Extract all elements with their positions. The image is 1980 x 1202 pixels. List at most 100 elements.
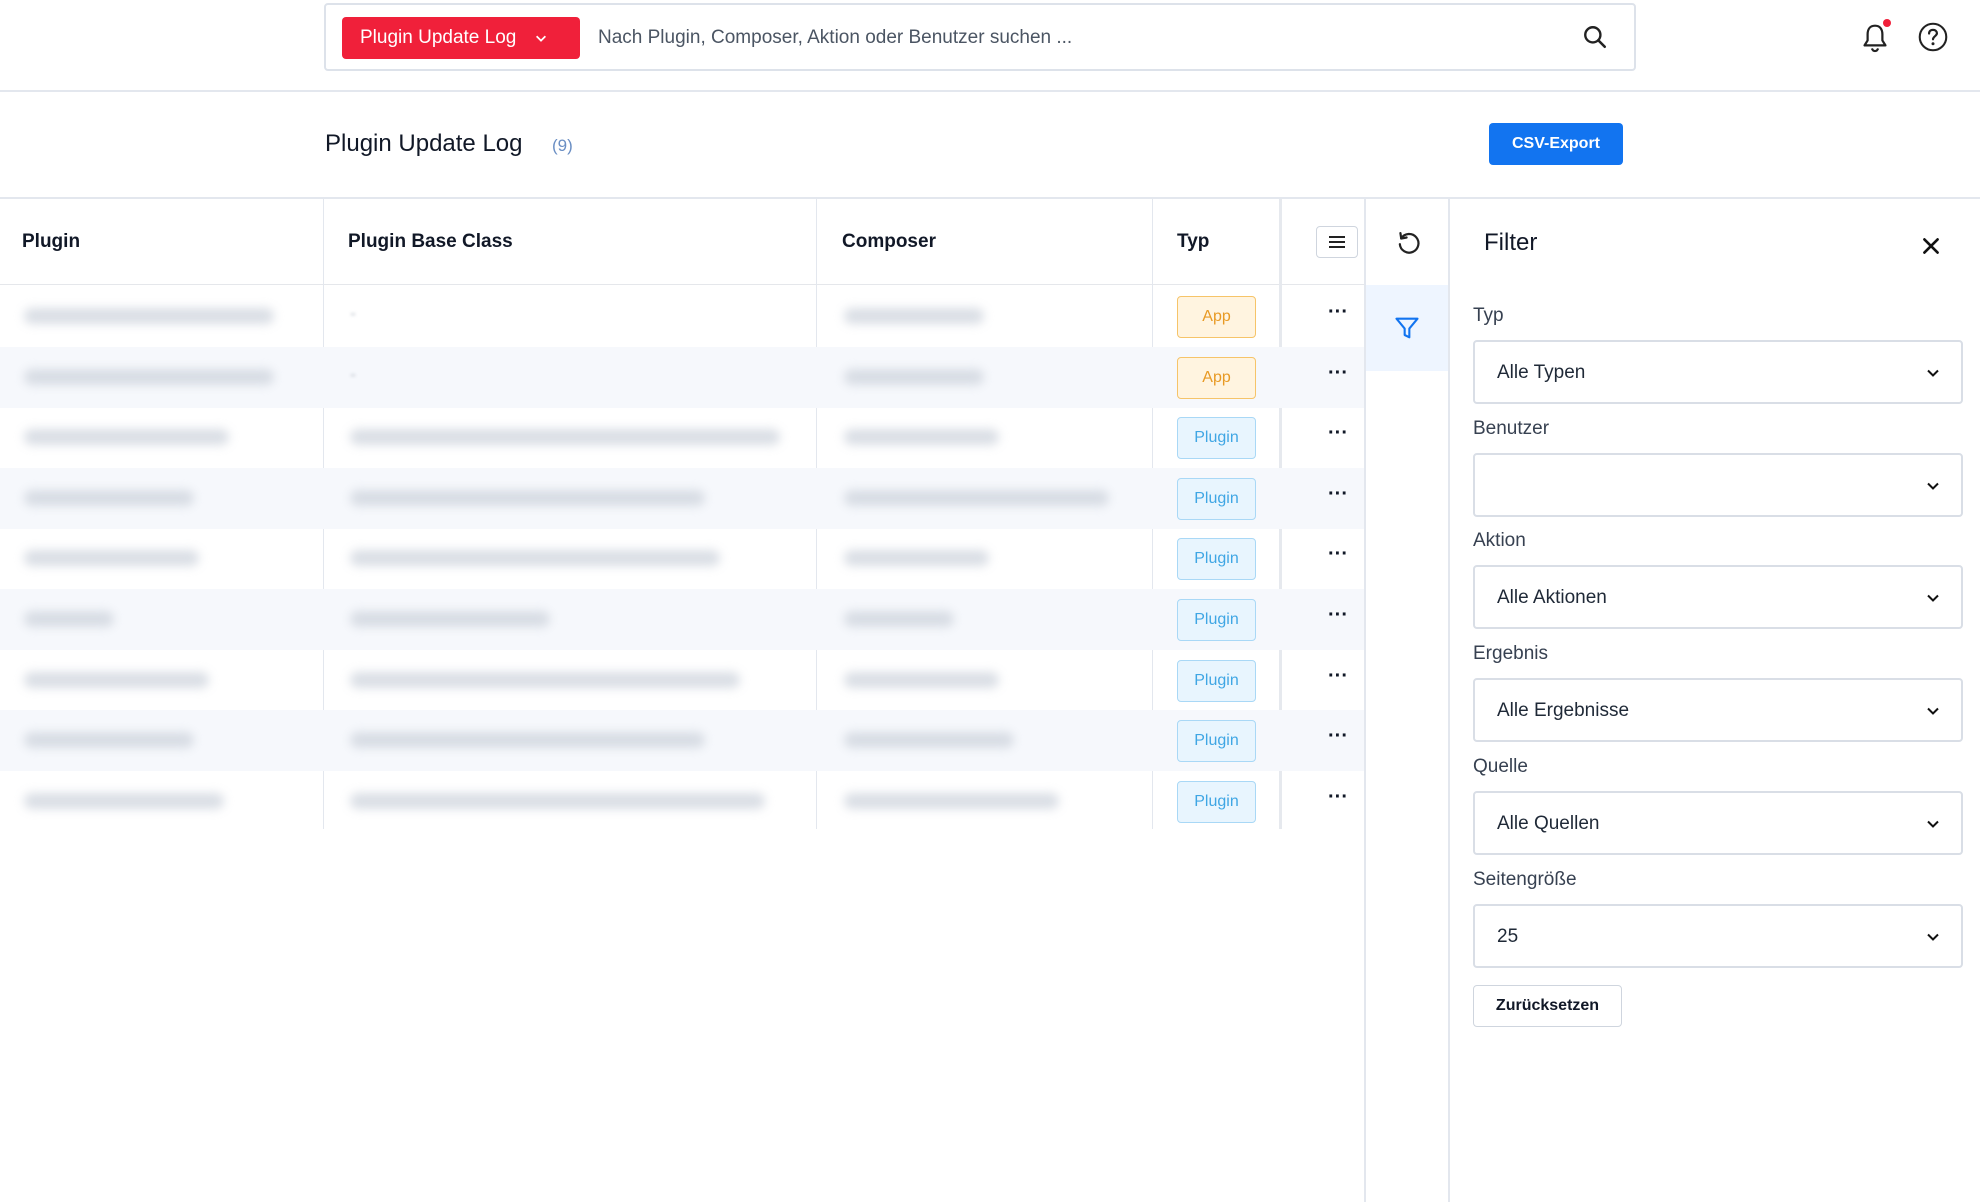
chevron-down-icon <box>1927 482 1939 490</box>
filter-select[interactable]: 25 <box>1473 903 1963 968</box>
cell-plugin <box>24 368 274 385</box>
cell-composer <box>844 792 1059 809</box>
column-header-plugin-base-class[interactable]: Plugin Base Class <box>348 199 513 285</box>
filter-title: Filter <box>1484 229 1538 256</box>
table-row[interactable]: Plugin ··· <box>0 407 1364 468</box>
module-selector-label: Plugin Update Log <box>360 27 517 48</box>
type-badge: Plugin <box>1177 538 1256 581</box>
type-badge: Plugin <box>1177 477 1256 520</box>
more-icon[interactable]: ··· <box>1326 787 1350 815</box>
cell-composer <box>844 671 999 688</box>
cell-plugin-base-class: - <box>350 363 356 384</box>
filter-select[interactable]: Alle Quellen <box>1473 790 1963 855</box>
table-row[interactable]: Plugin ··· <box>0 467 1364 529</box>
cell-plugin <box>24 429 229 446</box>
filter-select[interactable]: Alle Aktionen <box>1473 565 1963 630</box>
cell-plugin <box>24 732 194 749</box>
help-icon[interactable] <box>1918 22 1948 52</box>
filter-select-value: Alle Ergebnisse <box>1497 700 1630 722</box>
table-row[interactable]: - App ··· <box>0 286 1364 347</box>
filter-label: Typ <box>1473 305 1504 326</box>
filter-select-value: 25 <box>1497 925 1519 947</box>
column-header-composer[interactable]: Composer <box>842 199 936 285</box>
cell-plugin <box>24 489 194 506</box>
type-badge: Plugin <box>1177 780 1256 823</box>
more-icon[interactable]: ··· <box>1326 726 1350 754</box>
table-row[interactable]: Plugin ··· <box>0 589 1364 650</box>
search-icon[interactable] <box>1582 24 1608 50</box>
more-icon[interactable]: ··· <box>1326 302 1350 330</box>
filter-select[interactable]: Alle Typen <box>1473 340 1963 404</box>
reset-icon[interactable] <box>1394 229 1422 257</box>
filter-select[interactable]: Alle Ergebnisse <box>1473 678 1963 743</box>
cell-plugin-base-class <box>350 671 740 688</box>
cell-plugin-base-class <box>350 611 550 627</box>
table-row[interactable]: Plugin ··· <box>0 710 1364 772</box>
top-bar: Plugin Update Log Nach Plugin, Composer,… <box>0 0 1980 92</box>
type-badge: Plugin <box>1177 417 1256 460</box>
filter-select-value: Alle Typen <box>1497 362 1586 383</box>
chevron-down-icon <box>536 35 547 42</box>
chevron-down-icon <box>1927 369 1939 377</box>
page-title: Plugin Update Log <box>325 130 523 157</box>
more-icon[interactable]: ··· <box>1326 605 1350 633</box>
type-badge: App <box>1177 296 1256 338</box>
cell-plugin-base-class <box>350 489 705 506</box>
cell-plugin-base-class: - <box>350 303 356 323</box>
cell-plugin-base-class <box>350 550 720 567</box>
filter-toggle-button[interactable] <box>1366 285 1448 371</box>
filter-select[interactable] <box>1473 452 1963 517</box>
table-header: Plugin Plugin Base Class Composer Typ <box>0 199 1364 285</box>
column-header-plugin[interactable]: Plugin <box>22 199 80 285</box>
cell-composer <box>844 550 989 567</box>
more-icon[interactable]: ··· <box>1326 544 1350 572</box>
filter-label: Ergebnis <box>1473 643 1548 665</box>
column-header-typ[interactable]: Typ <box>1177 199 1209 285</box>
filter-select-value: Alle Quellen <box>1497 812 1600 834</box>
list-icon <box>1329 236 1345 248</box>
chevron-down-icon <box>1927 595 1939 603</box>
more-icon[interactable]: ··· <box>1326 363 1350 391</box>
filter-panel: Filter Typ Alle Typen Benutzer Aktion Alle A… <box>1450 199 1980 1202</box>
cell-composer <box>844 489 1109 506</box>
cell-plugin-base-class <box>350 429 780 446</box>
close-icon[interactable] <box>1920 235 1942 257</box>
module-selector-button[interactable]: Plugin Update Log <box>342 17 580 59</box>
type-badge: Plugin <box>1177 659 1256 702</box>
cell-composer <box>844 732 1014 749</box>
table-row[interactable]: Plugin ··· <box>0 650 1364 711</box>
filter-icon <box>1395 317 1419 339</box>
notification-dot <box>1883 19 1891 27</box>
more-icon[interactable]: ··· <box>1326 423 1350 451</box>
cell-composer <box>844 429 999 446</box>
global-search: Plugin Update Log Nach Plugin, Composer,… <box>324 3 1636 71</box>
type-badge: Plugin <box>1177 599 1256 641</box>
type-badge: App <box>1177 356 1256 399</box>
filter-select-value: Alle Aktionen <box>1497 587 1607 609</box>
filter-label: Quelle <box>1473 755 1528 777</box>
filter-label: Benutzer <box>1473 417 1550 439</box>
filter-label: Aktion <box>1473 530 1526 552</box>
table-row[interactable]: Plugin ··· <box>0 528 1364 589</box>
column-menu-button[interactable] <box>1316 226 1358 258</box>
table-row[interactable]: - App ··· <box>0 346 1364 408</box>
cell-plugin <box>24 550 199 567</box>
cell-plugin-base-class <box>350 792 765 809</box>
reset-filters-button[interactable]: Zurücksetzen <box>1473 985 1622 1027</box>
cell-composer <box>844 308 984 324</box>
type-badge: Plugin <box>1177 720 1256 763</box>
cell-plugin <box>24 308 274 324</box>
table-row[interactable]: Plugin ··· <box>0 771 1364 832</box>
more-icon[interactable]: ··· <box>1326 666 1350 694</box>
tool-strip <box>1364 199 1450 1202</box>
csv-export-button[interactable]: CSV-Export <box>1489 123 1623 165</box>
cell-plugin <box>24 792 224 809</box>
more-icon[interactable]: ··· <box>1326 484 1350 512</box>
cell-plugin <box>24 611 114 627</box>
search-input[interactable]: Nach Plugin, Composer, Aktion oder Benut… <box>598 27 1072 49</box>
cell-composer <box>844 611 954 627</box>
cell-plugin-base-class <box>350 732 705 749</box>
page-count: (9) <box>552 136 573 155</box>
chevron-down-icon <box>1927 933 1939 941</box>
cell-plugin <box>24 671 209 688</box>
